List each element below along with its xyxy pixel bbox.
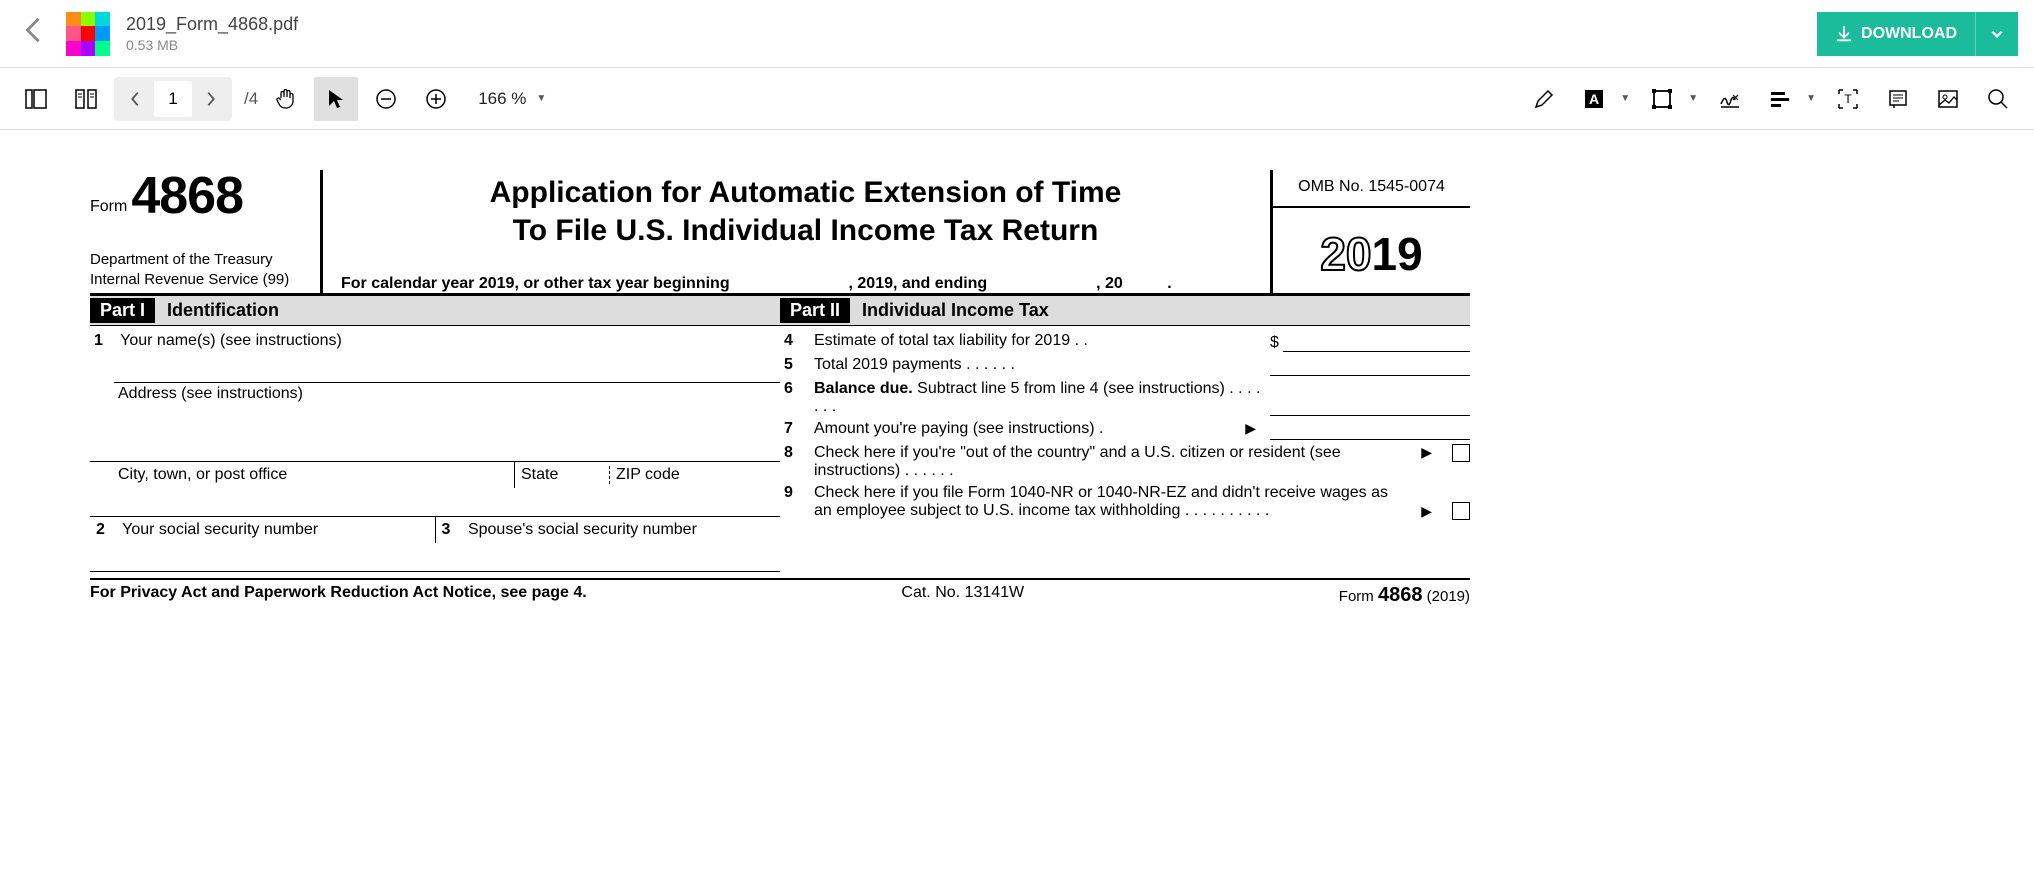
line-4: 4 Estimate of total tax liability for 20… — [784, 330, 1470, 354]
zoom-dropdown[interactable]: ▼ — [536, 93, 546, 104]
signature-tool-button[interactable] — [1708, 77, 1752, 121]
note-tool-button[interactable] — [1876, 77, 1920, 121]
dept-line-2: Internal Revenue Service (99) — [90, 270, 310, 290]
zoom-out-button[interactable] — [364, 77, 408, 121]
line-9-checkbox[interactable] — [1452, 502, 1470, 520]
download-button[interactable]: DOWNLOAD — [1817, 12, 2018, 56]
line-1: 1 Your name(s) (see instructions) — [90, 330, 780, 352]
address-label: Address (see instructions) — [90, 383, 780, 405]
line-2: 2 Your social security number — [90, 517, 435, 543]
part2-header: Part II Individual Income Tax — [780, 296, 1470, 326]
search-button[interactable] — [1976, 77, 2020, 121]
page-total: /4 — [244, 89, 258, 109]
file-info: 2019_Form_4868.pdf 0.53 MB — [126, 14, 298, 53]
sidebar-toggle-button[interactable] — [14, 77, 58, 121]
view-mode-button[interactable] — [64, 77, 108, 121]
form-footer: For Privacy Act and Paperwork Reduction … — [90, 578, 1470, 607]
line-7: 7 Amount you're paying (see instructions… — [784, 418, 1470, 442]
form-parts: Part I Identification 1 Your name(s) (se… — [90, 293, 1470, 572]
tax-year: 2019 — [1273, 208, 1470, 293]
page-navigator — [114, 77, 232, 121]
dept-line-1: Department of the Treasury — [90, 250, 310, 270]
highlight-dropdown[interactable]: ▼ — [1806, 93, 1816, 104]
pdf-page: Form 4868 Department of the Treasury Int… — [90, 170, 1470, 607]
back-button[interactable] — [16, 12, 50, 55]
form-number: 4868 — [131, 170, 243, 222]
line-6: 6 Balance due. Subtract line 5 from line… — [784, 378, 1470, 418]
footer-catalog: Cat. No. 13141W — [901, 584, 1024, 607]
app-logo[interactable] — [66, 12, 110, 56]
line-9: 9 Check here if you file Form 1040-NR or… — [784, 482, 1470, 522]
part1-header: Part I Identification — [90, 296, 780, 326]
footer-notice: For Privacy Act and Paperwork Reduction … — [90, 584, 587, 607]
calendar-year-line: For calendar year 2019, or other tax yea… — [341, 275, 1270, 293]
pan-tool-button[interactable] — [264, 77, 308, 121]
file-name: 2019_Form_4868.pdf — [126, 14, 298, 35]
form-header: Form 4868 Department of the Treasury Int… — [90, 170, 1470, 293]
app-header: 2019_Form_4868.pdf 0.53 MB DOWNLOAD — [0, 0, 2034, 68]
highlight-tool-button[interactable] — [1758, 77, 1802, 121]
form-word: Form — [90, 198, 127, 216]
shape-dropdown[interactable]: ▼ — [1688, 93, 1698, 104]
line-8: 8 Check here if you're "out of the count… — [784, 442, 1470, 482]
footer-form-ref: Form 4868 (2019) — [1339, 584, 1470, 607]
download-dropdown[interactable] — [1975, 12, 2018, 56]
file-size: 0.53 MB — [126, 37, 298, 53]
pen-tool-button[interactable] — [1522, 77, 1566, 121]
zoom-in-button[interactable] — [414, 77, 458, 121]
line-8-checkbox[interactable] — [1452, 444, 1470, 462]
document-viewport[interactable]: Form 4868 Department of the Treasury Int… — [0, 130, 2034, 874]
toolbar: /4 166 % ▼ A ▼ ▼ ▼ T — [0, 68, 2034, 130]
form-title-line1: Application for Automatic Extension of T… — [341, 174, 1270, 212]
download-label: DOWNLOAD — [1861, 25, 1957, 43]
shape-tool-button[interactable] — [1640, 77, 1684, 121]
line-5: 5 Total 2019 payments . . . . . . — [784, 354, 1470, 378]
image-tool-button[interactable] — [1926, 77, 1970, 121]
select-tool-button[interactable] — [314, 77, 358, 121]
next-page-button[interactable] — [194, 79, 228, 119]
line-3: 3 Spouse's social security number — [435, 517, 781, 543]
omb-number: OMB No. 1545-0074 — [1273, 170, 1470, 208]
city-state-zip: City, town, or post office State ZIP cod… — [90, 462, 780, 488]
header-left: 2019_Form_4868.pdf 0.53 MB — [16, 12, 298, 56]
text-box-tool-button[interactable]: T — [1826, 77, 1870, 121]
prev-page-button[interactable] — [118, 79, 152, 119]
text-annotation-button[interactable]: A — [1572, 77, 1616, 121]
svg-text:T: T — [1844, 92, 1852, 106]
text-annotation-dropdown[interactable]: ▼ — [1620, 93, 1630, 104]
page-number-input[interactable] — [154, 81, 192, 117]
svg-text:A: A — [1589, 91, 1599, 107]
zoom-level: 166 % — [478, 89, 526, 109]
download-icon — [1835, 25, 1853, 43]
form-title-line2: To File U.S. Individual Income Tax Retur… — [341, 212, 1270, 250]
